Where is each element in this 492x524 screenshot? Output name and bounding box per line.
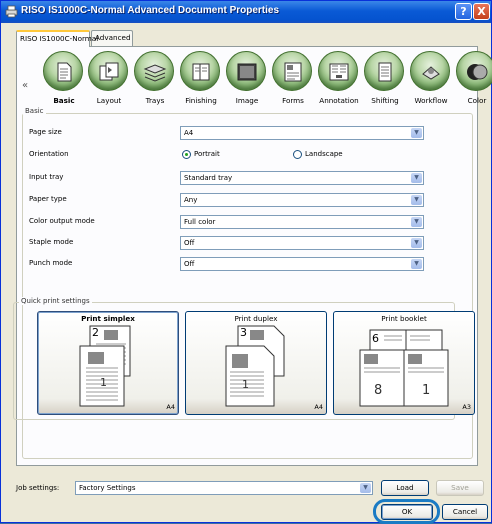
- workflow-icon: [410, 51, 450, 91]
- window-title: RISO IS1000C-Normal Advanced Document Pr…: [21, 5, 280, 16]
- load-button[interactable]: Load: [381, 480, 429, 496]
- paper-type-select[interactable]: Any ▼: [180, 193, 424, 207]
- input-tray-value: Standard tray: [184, 174, 233, 182]
- punch-mode-value: Off: [184, 260, 195, 268]
- staple-mode-value: Off: [184, 239, 195, 247]
- chevron-down-icon[interactable]: ▼: [411, 238, 422, 248]
- basic-group-label: Basic: [23, 107, 46, 115]
- print-booklet-title: Print booklet: [381, 314, 427, 323]
- punch-mode-label: Punch mode: [29, 259, 73, 267]
- basic-document-icon: [43, 51, 83, 91]
- input-tray-select[interactable]: Standard tray ▼: [180, 171, 424, 185]
- job-settings-select[interactable]: Factory Settings ▼: [75, 481, 373, 495]
- printer-app-icon: [5, 5, 18, 18]
- trays-icon: [134, 51, 174, 91]
- svg-text:6: 6: [372, 332, 379, 345]
- shifting-icon: [364, 51, 404, 91]
- svg-text:1: 1: [242, 378, 249, 391]
- color-icon: [456, 51, 492, 91]
- ok-button[interactable]: OK: [381, 504, 433, 520]
- tab-riso-is1000c-normal[interactable]: RISO IS1000C-Normal: [16, 30, 98, 47]
- punch-mode-select[interactable]: Off ▼: [180, 257, 424, 271]
- color-output-select[interactable]: Full color ▼: [180, 215, 424, 229]
- duplex-paper-size: A4: [314, 403, 323, 411]
- color-output-value: Full color: [184, 218, 216, 226]
- image-icon: [226, 51, 266, 91]
- print-duplex-title: Print duplex: [234, 314, 278, 323]
- print-booklet-button[interactable]: Print booklet 6 8 1 A3: [333, 311, 475, 415]
- print-simplex-button[interactable]: Print simplex 2 1 A4: [37, 311, 179, 415]
- staple-mode-label: Staple mode: [29, 238, 74, 246]
- chevron-down-icon[interactable]: ▼: [411, 195, 422, 205]
- annotation-icon: [318, 51, 358, 91]
- landscape-label[interactable]: Landscape: [305, 150, 343, 158]
- chevron-down-icon[interactable]: ▼: [411, 173, 422, 183]
- duplex-pages-icon: 3 1: [225, 325, 285, 407]
- properties-dialog: RISO IS1000C-Normal Advanced Document Pr…: [0, 0, 492, 524]
- print-duplex-button[interactable]: Print duplex 3 1 A4: [185, 311, 327, 415]
- job-settings-label: Job settings:: [16, 484, 60, 492]
- simplex-pages-icon: 2 1: [79, 325, 131, 407]
- color-output-label: Color output mode: [29, 217, 95, 225]
- paper-type-label: Paper type: [29, 195, 67, 203]
- svg-text:1: 1: [422, 383, 430, 398]
- staple-mode-select[interactable]: Off ▼: [180, 236, 424, 250]
- chevron-down-icon[interactable]: ▼: [411, 128, 422, 138]
- layout-icon: [88, 51, 128, 91]
- quick-print-group-label: Quick print settings: [19, 297, 92, 305]
- save-button[interactable]: Save: [436, 480, 484, 496]
- paper-type-value: Any: [184, 196, 198, 204]
- input-tray-label: Input tray: [29, 173, 64, 181]
- page-size-value: A4: [184, 129, 194, 137]
- title-bar[interactable]: RISO IS1000C-Normal Advanced Document Pr…: [1, 1, 491, 23]
- job-settings-value: Factory Settings: [79, 484, 136, 492]
- portrait-radio[interactable]: [182, 150, 191, 159]
- close-button[interactable]: X: [473, 3, 490, 20]
- chevron-down-icon[interactable]: ▼: [411, 259, 422, 269]
- portrait-label[interactable]: Portrait: [194, 150, 220, 158]
- chevron-down-icon[interactable]: ▼: [360, 483, 371, 493]
- category-label: Color: [467, 96, 487, 105]
- simplex-paper-size: A4: [166, 403, 175, 411]
- scroll-left-icon[interactable]: «: [22, 80, 28, 91]
- svg-text:2: 2: [92, 326, 99, 339]
- chevron-down-icon[interactable]: ▼: [411, 217, 422, 227]
- cancel-button[interactable]: Cancel: [442, 504, 488, 520]
- svg-text:1: 1: [100, 376, 107, 389]
- help-button[interactable]: ?: [455, 3, 472, 20]
- print-simplex-title: Print simplex: [81, 314, 135, 323]
- booklet-pages-icon: 6 8 1: [359, 329, 449, 407]
- forms-icon: [272, 51, 312, 91]
- landscape-radio[interactable]: [293, 150, 302, 159]
- booklet-paper-size: A3: [462, 403, 471, 411]
- svg-text:3: 3: [240, 326, 247, 339]
- finishing-icon: [180, 51, 220, 91]
- orientation-label: Orientation: [29, 150, 69, 158]
- svg-text:8: 8: [374, 383, 382, 398]
- page-size-label: Page size: [29, 128, 62, 136]
- page-size-select[interactable]: A4 ▼: [180, 126, 424, 140]
